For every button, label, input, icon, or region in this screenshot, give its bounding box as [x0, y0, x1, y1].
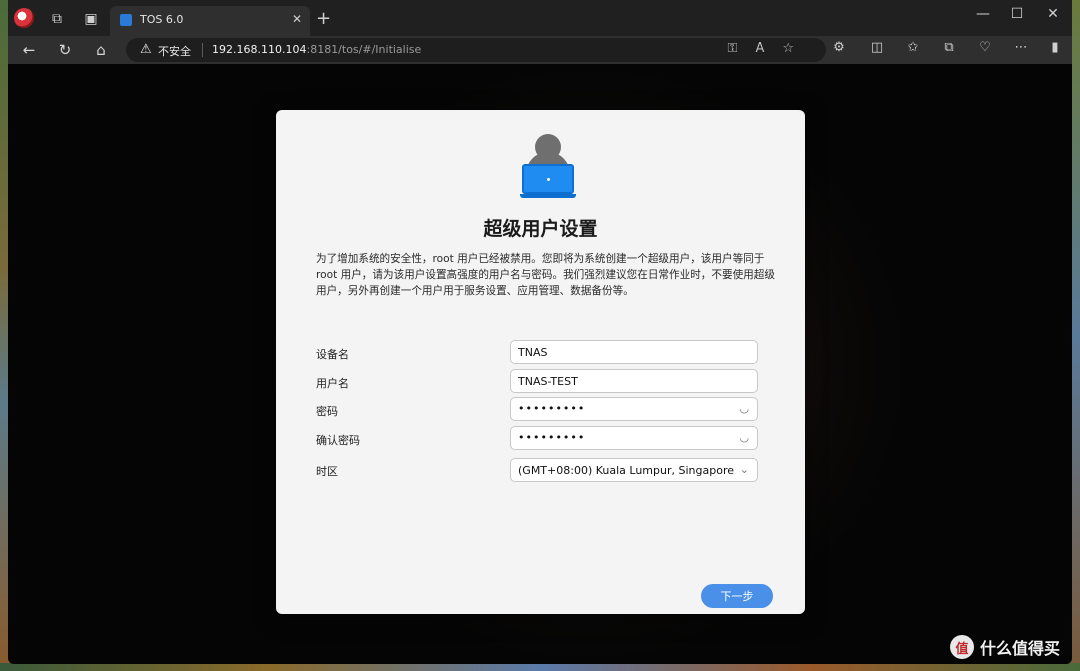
show-password-eye-icon[interactable]: ◡: [739, 402, 749, 415]
reload-icon[interactable]: ↻: [54, 40, 76, 60]
timezone-label: 时区: [316, 465, 338, 478]
minimize-button[interactable]: —: [968, 6, 998, 22]
device-name-field[interactable]: TNAS: [510, 340, 758, 364]
username-value: TNAS-TEST: [518, 375, 578, 388]
password-value: •••••••••: [518, 402, 586, 415]
more-menu-icon[interactable]: ⋯: [1010, 40, 1032, 55]
address-divider: [202, 43, 203, 57]
password-label: 密码: [316, 405, 338, 418]
desktop-wallpaper-bottom: [0, 663, 1080, 671]
confirm-password-label: 确认密码: [316, 434, 360, 447]
address-bar-actions: ⚿A☆: [728, 41, 812, 56]
warning-icon[interactable]: ⚠: [140, 42, 152, 57]
device-name-row: 设备名 TNAS: [316, 340, 766, 364]
timezone-select[interactable]: (GMT+08:00) Kuala Lumpur, Singapore ⌄: [510, 458, 758, 482]
confirm-password-value: •••••••••: [518, 431, 586, 444]
split-screen-icon[interactable]: ◫: [866, 40, 888, 55]
confirm-password-field[interactable]: ••••••••• ◡: [510, 426, 758, 450]
dialog-description: 为了增加系统的安全性，root 用户已经被禁用。您即将为系统创建一个超级用户，该…: [316, 253, 775, 297]
device-name-value: TNAS: [518, 346, 548, 359]
show-confirm-password-eye-icon[interactable]: ◡: [739, 431, 749, 444]
extensions-icon[interactable]: ⚙: [828, 40, 850, 55]
tos-favicon-icon: [120, 14, 132, 26]
device-name-label: 设备名: [316, 348, 349, 361]
read-aloud-icon[interactable]: A: [755, 41, 782, 56]
favorite-star-icon[interactable]: ☆: [782, 41, 812, 56]
watermark-text: 什么值得买: [980, 639, 1061, 658]
browser-tab-active[interactable]: TOS 6.0 ✕: [110, 6, 310, 36]
chevron-down-icon: ⌄: [739, 463, 749, 476]
username-label: 用户名: [316, 377, 349, 390]
username-field[interactable]: TNAS-TEST: [510, 369, 758, 393]
timezone-row: 时区 (GMT+08:00) Kuala Lumpur, Singapore ⌄: [316, 458, 766, 482]
url-text[interactable]: 192.168.110.104:8181/tos/#/Initialise: [212, 43, 421, 56]
tab-bar: ⧉ ▣ TOS 6.0 ✕ + — ☐ ✕: [8, 0, 1072, 36]
address-bar[interactable]: ⚠ 不安全 192.168.110.104:8181/tos/#/Initial…: [126, 38, 826, 62]
close-window-button[interactable]: ✕: [1038, 6, 1068, 22]
tab-actions-icon[interactable]: ▣: [80, 8, 102, 30]
url-host: 192.168.110.104: [212, 43, 307, 56]
home-icon[interactable]: ⌂: [90, 40, 112, 60]
new-tab-button[interactable]: +: [316, 8, 331, 29]
browser-essentials-icon[interactable]: ♡: [974, 40, 996, 55]
workspaces-icon[interactable]: ⧉: [46, 8, 68, 30]
tab-title: TOS 6.0: [140, 13, 184, 26]
sidebar-toggle-icon[interactable]: ▮: [1044, 40, 1066, 55]
dialog-title: 超级用户设置: [483, 218, 598, 240]
username-row: 用户名 TNAS-TEST: [316, 369, 766, 393]
favorites-icon[interactable]: ✩: [902, 40, 924, 55]
collections-icon[interactable]: ⧉: [938, 40, 960, 55]
confirm-password-row: 确认密码 ••••••••• ◡: [316, 426, 766, 450]
url-path: :8181/tos/#/Initialise: [306, 43, 422, 56]
profile-avatar[interactable]: [14, 8, 34, 28]
superuser-laptop-icon: [520, 134, 576, 198]
watermark-logo-icon: 值: [950, 635, 974, 659]
close-tab-icon[interactable]: ✕: [292, 12, 302, 26]
back-arrow-icon[interactable]: ←: [18, 40, 40, 60]
next-step-button[interactable]: 下一步: [701, 584, 773, 608]
password-field[interactable]: ••••••••• ◡: [510, 397, 758, 421]
watermark: 值 什么值得买: [950, 634, 1060, 660]
superuser-setup-dialog: 超级用户设置 为了增加系统的安全性，root 用户已经被禁用。您即将为系统创建一…: [276, 110, 805, 614]
password-row: 密码 ••••••••• ◡: [316, 397, 766, 421]
timezone-value: (GMT+08:00) Kuala Lumpur, Singapore: [518, 464, 734, 477]
key-icon[interactable]: ⚿: [728, 41, 756, 56]
page-content: 超级用户设置 为了增加系统的安全性，root 用户已经被禁用。您即将为系统创建一…: [8, 64, 1072, 664]
browser-window: ⧉ ▣ TOS 6.0 ✕ + — ☐ ✕ ← ↻ ⌂ ⚠ 不安全 192.16…: [8, 0, 1072, 664]
security-status-label[interactable]: 不安全: [158, 43, 191, 59]
navigation-bar: ← ↻ ⌂ ⚠ 不安全 192.168.110.104:8181/tos/#/I…: [8, 36, 1072, 64]
maximize-button[interactable]: ☐: [1002, 6, 1032, 22]
